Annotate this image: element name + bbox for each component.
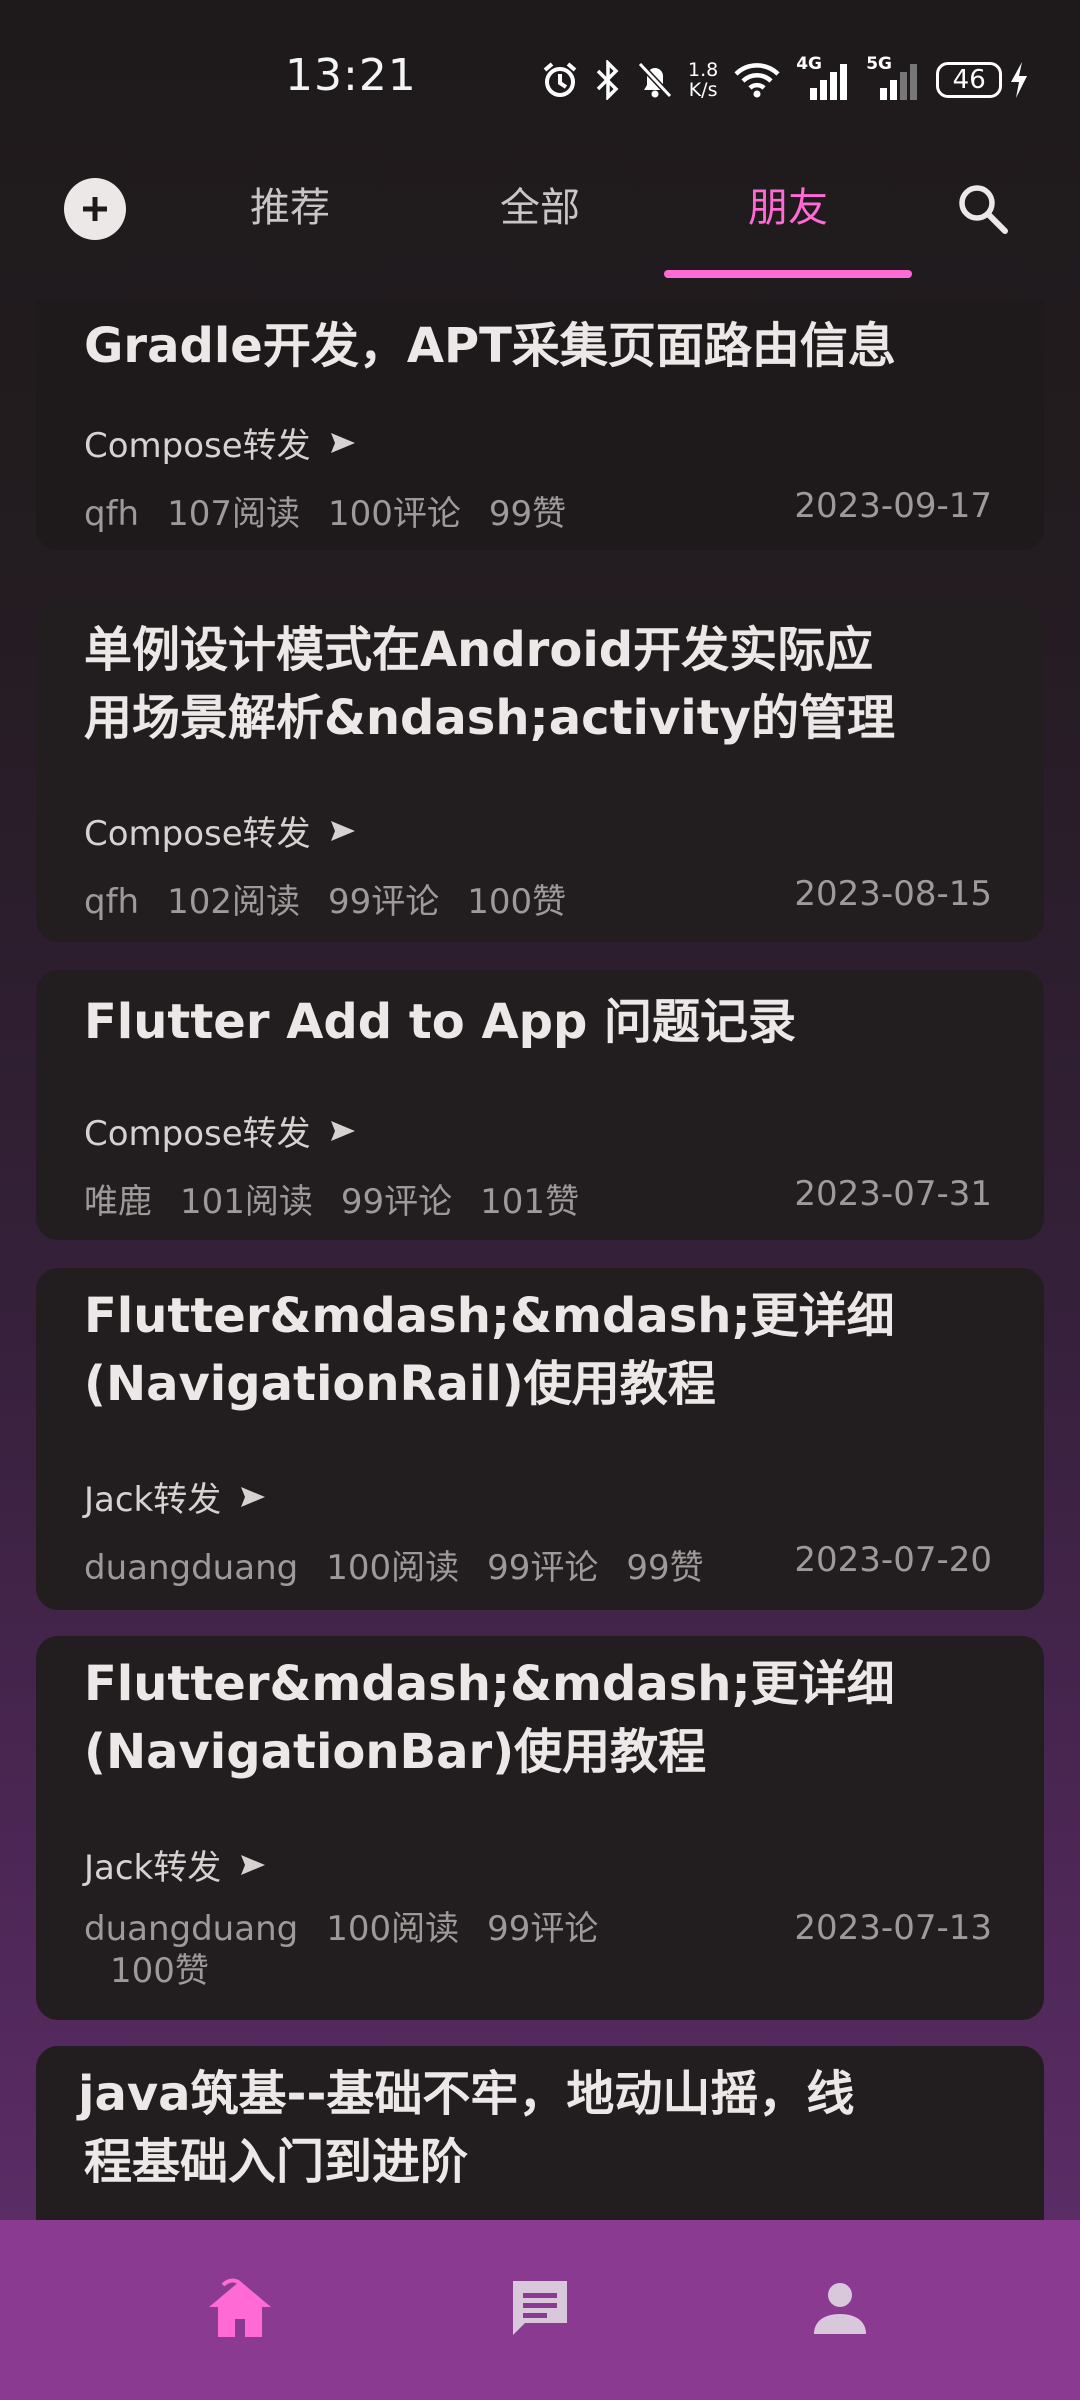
forward-label: Jack转发 (84, 1472, 267, 1521)
article-comments: 99评论 (487, 1548, 599, 1588)
send-arrow-icon (330, 1120, 355, 1141)
article-reads: 101阅读 (180, 1182, 313, 1222)
network-speed: 1.8 K/s (688, 60, 718, 100)
bluetooth-icon (596, 60, 619, 100)
tab-indicator (664, 270, 912, 278)
article-title-line: Flutter&mdash;&mdash;更详细 (84, 1288, 895, 1344)
send-arrow-icon (330, 820, 355, 841)
article-author: duangduang (84, 1909, 299, 1949)
forward-label: Compose转发 (84, 806, 357, 855)
article-comments: 100评论 (328, 494, 461, 534)
nav-messages[interactable] (500, 2268, 580, 2348)
charging-icon (1011, 62, 1028, 98)
forward-label: Jack转发 (84, 1840, 267, 1889)
search-button[interactable] (952, 178, 1014, 240)
forward-source: Compose转发 (84, 426, 311, 466)
status-icons: 1.8 K/s 4G 5G 46 (540, 52, 1030, 108)
speed-unit: K/s (688, 79, 718, 101)
article-title-line: 单例设计模式在Android开发实际应 (84, 622, 874, 678)
article-title-line: 用场景解析&ndash;activity的管理 (84, 690, 895, 746)
forward-source: Compose转发 (84, 814, 311, 854)
article-title-line: 程基础入门到进阶 (84, 2134, 469, 2190)
tab-friends[interactable]: 朋友 (688, 178, 888, 238)
article-title: Flutter Add to App 问题记录 (84, 994, 797, 1050)
send-arrow-icon (330, 432, 355, 453)
article-title: Flutter&mdash;&mdash;更详细 (NavigationBar)… (84, 1650, 1004, 1786)
message-icon (513, 2281, 567, 2335)
forward-source: Jack转发 (84, 1848, 222, 1888)
article-title: java筑基--基础不牢，地动山摇，线 程基础入门到进阶 (78, 2060, 1004, 2196)
article-comments: 99评论 (328, 882, 440, 922)
add-circle-icon (83, 197, 107, 221)
article-likes: 100赞 (110, 1951, 209, 1991)
article-likes: 99赞 (626, 1548, 704, 1588)
article-title: 单例设计模式在Android开发实际应 用场景解析&ndash;activity… (84, 616, 1004, 752)
article-card[interactable]: Flutter&mdash;&mdash;更详细 (NavigationBar)… (36, 1636, 1044, 2020)
article-date: 2023-09-17 (794, 486, 992, 526)
battery: 46 (936, 60, 1030, 100)
article-author: qfh (84, 882, 140, 922)
status-bar: 13:21 1.8 K/s 4G 5G 46 (0, 0, 1080, 160)
article-likes: 101赞 (480, 1182, 580, 1222)
send-arrow-icon (241, 1854, 266, 1875)
article-comments: 99评论 (487, 1909, 599, 1949)
article-title-line: (NavigationRail)使用教程 (84, 1356, 716, 1412)
forward-label: Compose转发 (84, 1106, 357, 1155)
speed-value: 1.8 (688, 59, 719, 81)
article-date: 2023-08-15 (794, 874, 992, 914)
article-title-line: Flutter&mdash;&mdash;更详细 (84, 1656, 895, 1712)
article-card[interactable]: Flutter Add to App 问题记录 Compose转发 唯鹿 101阅… (36, 970, 1044, 1240)
article-author: qfh (84, 494, 140, 534)
article-title: Gradle开发，APT采集页面路由信息 (84, 318, 896, 374)
article-feed[interactable]: Gradle开发，APT采集页面路由信息 Compose转发 qfh 107阅读 1… (0, 300, 1080, 2220)
alarm-icon (543, 62, 577, 97)
article-date: 2023-07-31 (794, 1174, 992, 1214)
nav-profile[interactable] (800, 2268, 880, 2348)
article-likes: 99赞 (488, 494, 567, 534)
person-icon (814, 2283, 866, 2334)
article-title: Flutter&mdash;&mdash;更详细 (NavigationRail… (84, 1282, 1004, 1418)
article-title-line: (NavigationBar)使用教程 (84, 1724, 707, 1780)
article-reads: 100阅读 (326, 1909, 460, 1949)
forward-label: Compose转发 (84, 418, 357, 467)
mute-bell-icon (637, 61, 673, 99)
article-reads: 102阅读 (167, 882, 301, 922)
forward-source: Compose转发 (84, 1114, 311, 1154)
tab-all[interactable]: 全部 (440, 178, 640, 238)
search-icon (959, 185, 1008, 234)
article-author: 唯鹿 (84, 1182, 152, 1222)
article-date: 2023-07-13 (794, 1908, 992, 1948)
tab-recommend[interactable]: 推荐 (190, 178, 390, 238)
article-likes: 100赞 (467, 882, 567, 922)
article-author: duangduang (84, 1548, 299, 1588)
signal-5g: 5G (866, 54, 922, 102)
home-icon (209, 2278, 271, 2337)
status-time: 13:21 (285, 50, 417, 101)
signal-bars-icon (810, 64, 848, 100)
nav-home[interactable] (200, 2268, 280, 2348)
article-card[interactable]: java筑基--基础不牢，地动山摇，线 程基础入门到进阶 (36, 2046, 1044, 2220)
send-arrow-icon (241, 1486, 266, 1507)
article-meta: duangduang 100阅读 99评论 100赞 (84, 1908, 744, 1992)
article-title-line: java筑基--基础不牢，地动山摇，线 (78, 2066, 855, 2122)
signal-4g: 4G (796, 54, 852, 102)
battery-level: 46 (936, 62, 1003, 98)
forward-source: Jack转发 (84, 1480, 222, 1520)
article-card[interactable]: Flutter&mdash;&mdash;更详细 (NavigationRail… (36, 1268, 1044, 1610)
add-button[interactable] (64, 178, 126, 240)
article-date: 2023-07-20 (794, 1540, 992, 1580)
article-reads: 100阅读 (326, 1548, 460, 1588)
bottom-navigation (0, 2220, 1080, 2400)
wifi-icon (734, 63, 780, 98)
article-reads: 107阅读 (167, 494, 301, 534)
article-comments: 99评论 (340, 1182, 453, 1222)
article-card[interactable]: 单例设计模式在Android开发实际应 用场景解析&ndash;activity… (36, 602, 1044, 942)
article-card[interactable]: Gradle开发，APT采集页面路由信息 Compose转发 qfh 107阅读 1… (36, 300, 1044, 550)
signal-bars-weak-icon (880, 64, 918, 100)
